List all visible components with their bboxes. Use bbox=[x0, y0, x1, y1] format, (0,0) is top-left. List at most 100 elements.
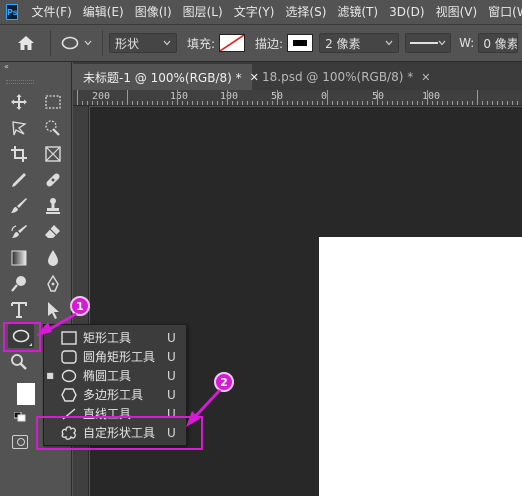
healing-brush-tool[interactable] bbox=[40, 168, 66, 192]
clone-stamp-tool[interactable] bbox=[40, 194, 66, 218]
ruler-tick bbox=[202, 101, 203, 105]
lasso-tool[interactable] bbox=[6, 116, 32, 140]
ruler-tick bbox=[402, 101, 403, 105]
gradient-tool[interactable] bbox=[6, 246, 32, 270]
tool-mode-select[interactable]: 形状 bbox=[109, 33, 177, 53]
menu-filter[interactable]: 滤镜(T) bbox=[332, 0, 384, 24]
move-tool[interactable] bbox=[6, 90, 32, 114]
menu-view[interactable]: 视图(V) bbox=[431, 0, 484, 24]
stamp-icon bbox=[46, 198, 60, 214]
ruler-tick bbox=[132, 101, 133, 105]
ruler-tick bbox=[82, 101, 83, 105]
rectangle-icon bbox=[60, 330, 78, 346]
ellipse-icon bbox=[61, 36, 79, 50]
ruler-tick bbox=[352, 101, 353, 105]
collapse-panel-icon[interactable]: « bbox=[0, 62, 71, 72]
ruler-tick bbox=[502, 101, 503, 105]
ruler-tick bbox=[372, 101, 373, 105]
menu-3d[interactable]: 3D(D) bbox=[384, 0, 430, 24]
ruler-tick bbox=[472, 101, 473, 105]
stroke-swatch[interactable] bbox=[287, 34, 314, 52]
marquee-tool[interactable] bbox=[40, 90, 66, 114]
zoom-tool[interactable] bbox=[6, 350, 32, 374]
eraser-icon bbox=[45, 225, 60, 238]
menu-type[interactable]: 文字(Y) bbox=[229, 0, 281, 24]
ruler-tick bbox=[177, 90, 178, 105]
ruler-tick bbox=[467, 101, 468, 105]
frame-tool[interactable] bbox=[40, 142, 66, 166]
fill-swatch[interactable] bbox=[219, 34, 246, 52]
document-canvas[interactable] bbox=[319, 237, 522, 496]
menu-window[interactable]: 窗口(W) bbox=[483, 0, 522, 24]
pen-tool[interactable] bbox=[40, 272, 66, 296]
ruler-tick bbox=[357, 101, 358, 105]
path-selection-tool[interactable] bbox=[40, 298, 66, 322]
menu-image[interactable]: 图像(I) bbox=[130, 0, 178, 24]
ruler-tick bbox=[77, 90, 78, 105]
flyout-rectangle-tool[interactable]: 矩形工具 U bbox=[44, 328, 186, 347]
flyout-ellipse-tool[interactable]: ■ 椭圆工具 U bbox=[44, 366, 186, 385]
stroke-width-value: 2 像素 bbox=[325, 36, 361, 51]
options-bar: 形状 填充: 描边: 2 像素 W: 0 像素 bbox=[0, 24, 522, 62]
ruler-tick bbox=[277, 90, 278, 105]
flyout-polygon-tool[interactable]: 多边形工具 U bbox=[44, 385, 186, 404]
ruler-tick bbox=[87, 101, 88, 105]
stroke-type-select[interactable] bbox=[405, 33, 452, 53]
ruler-tick bbox=[427, 90, 428, 105]
ruler-tick bbox=[422, 101, 423, 105]
ruler-tick bbox=[252, 101, 253, 105]
eyedropper-tool[interactable] bbox=[6, 168, 32, 192]
quick-selection-tool[interactable] bbox=[40, 116, 66, 140]
ruler-tick bbox=[342, 101, 343, 105]
close-icon[interactable]: ✕ bbox=[421, 71, 430, 84]
ruler-tick bbox=[262, 101, 263, 105]
shortcut-key: U bbox=[167, 349, 176, 364]
ruler-tick bbox=[507, 101, 508, 105]
stroke-width-field[interactable]: 2 像素 bbox=[319, 33, 400, 53]
brush-tool[interactable] bbox=[6, 194, 32, 218]
bandage-icon bbox=[46, 173, 60, 187]
ruler-tick bbox=[322, 101, 323, 105]
ruler-tick bbox=[272, 101, 273, 105]
ruler-tick bbox=[337, 101, 338, 105]
foreground-color-swatch[interactable] bbox=[17, 383, 35, 405]
ruler-tick bbox=[222, 101, 223, 105]
menu-select[interactable]: 选择(S) bbox=[280, 0, 332, 24]
width-input[interactable]: 0 像素 bbox=[478, 33, 519, 53]
ruler-tick bbox=[302, 101, 303, 105]
history-brush-icon bbox=[11, 225, 27, 238]
horizontal-ruler: 200 150 100 50 0 50 100 bbox=[73, 90, 522, 106]
blur-tool[interactable] bbox=[40, 246, 66, 270]
chevron-down-icon bbox=[438, 40, 446, 46]
frame-icon bbox=[45, 146, 61, 162]
tool-preset-picker[interactable] bbox=[57, 36, 96, 50]
tab-18-psd[interactable]: 18.psd @ 100%(RGB/8) * ✕ bbox=[252, 64, 440, 90]
tool-mode-value: 形状 bbox=[115, 36, 140, 51]
ruler-tick bbox=[107, 101, 108, 105]
crop-tool[interactable] bbox=[6, 142, 32, 166]
eraser-tool[interactable] bbox=[40, 220, 66, 244]
default-colors-icon[interactable] bbox=[14, 412, 26, 422]
ruler-tick bbox=[247, 101, 248, 105]
ruler-tick bbox=[162, 101, 163, 105]
chevron-down-icon bbox=[385, 40, 393, 46]
panel-grip[interactable] bbox=[6, 80, 34, 84]
chevron-down-icon bbox=[84, 40, 92, 46]
history-brush-tool[interactable] bbox=[6, 220, 32, 244]
menu-layer[interactable]: 图层(L) bbox=[178, 0, 229, 24]
menu-edit[interactable]: 编辑(E) bbox=[78, 0, 130, 24]
menu-file[interactable]: 文件(F) bbox=[26, 0, 77, 24]
quick-mask-button[interactable] bbox=[12, 435, 28, 449]
type-tool[interactable] bbox=[6, 298, 32, 322]
dodge-tool[interactable] bbox=[6, 272, 32, 296]
flyout-rounded-rectangle-tool[interactable]: 圆角矩形工具 U bbox=[44, 347, 186, 366]
ruler-tick bbox=[157, 101, 158, 105]
chevron-down-icon bbox=[163, 40, 171, 46]
ruler-tick bbox=[437, 101, 438, 105]
ruler-tick bbox=[382, 101, 383, 105]
width-label: W: bbox=[459, 36, 475, 50]
home-button[interactable] bbox=[8, 25, 44, 61]
flyout-item-label: 椭圆工具 bbox=[83, 369, 132, 383]
selected-indicator: ■ bbox=[46, 371, 54, 380]
tab-untitled-1[interactable]: 未标题-1 @ 100%(RGB/8) * ✕ bbox=[73, 64, 259, 90]
